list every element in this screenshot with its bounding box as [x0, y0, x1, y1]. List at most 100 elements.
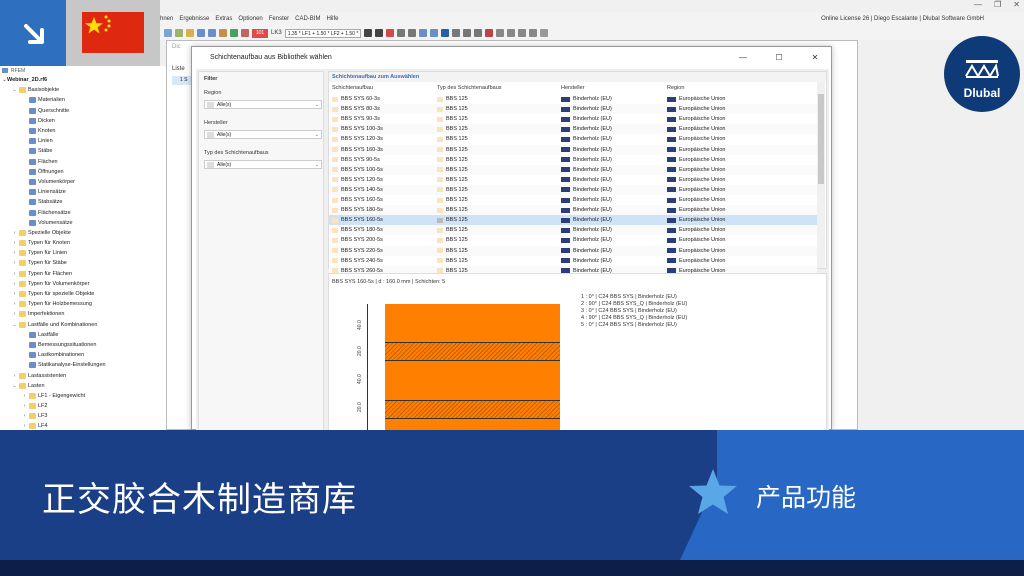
save-icon[interactable] — [175, 29, 183, 37]
filter-type-select[interactable]: Alle(s) ⌄ — [204, 160, 322, 169]
navigator-item[interactable]: › LF3 — [0, 411, 167, 421]
table-row[interactable]: BBS SYS 90-3s BBS 125 Binderholz (EU) Europ… — [329, 114, 817, 124]
navigator-item[interactable]: › LF2 — [0, 401, 167, 411]
navigator-item[interactable]: Liniensätze — [0, 187, 167, 197]
prev-icon[interactable] — [364, 29, 373, 37]
column-header[interactable]: Typ des Schichtenaufbaus — [437, 85, 502, 91]
grid-icon[interactable] — [441, 29, 450, 37]
table-row[interactable]: BBS SYS 140-5s BBS 125 Binderholz (EU) Euro… — [329, 184, 817, 195]
navigator-item[interactable]: Bemessungssituationen — [0, 340, 167, 350]
pin-icon[interactable] — [386, 29, 395, 37]
chevron-right-icon[interactable]: › — [12, 271, 17, 277]
table-row[interactable]: BBS SYS 180-5s BBS 125 Binderholz (EU) Euro… — [329, 205, 817, 216]
table-row[interactable]: BBS SYS 120-5s BBS 125 Binderholz (EU) Euro… — [329, 175, 817, 185]
chevron-right-icon[interactable]: › — [12, 260, 17, 266]
measure-icon[interactable] — [463, 29, 472, 37]
navigator-item[interactable]: › Typen für Holzbemessung — [0, 299, 167, 309]
settings-icon[interactable] — [540, 29, 549, 37]
cube-icon[interactable] — [496, 29, 505, 37]
table-row[interactable]: BBS SYS 100-3s BBS 125 Binderholz (EU) Euro… — [329, 124, 817, 135]
dialog-maximize-icon[interactable]: ☐ — [761, 53, 797, 62]
navigator-item[interactable]: Volumenkörper — [0, 177, 167, 187]
table-row[interactable]: BBS SYS 60-3s BBS 125 Binderholz (EU) Europ… — [329, 94, 817, 104]
navigator-item[interactable]: Volumensätze — [0, 218, 167, 228]
navigator-item[interactable]: › LF1 - Eigengewicht — [0, 391, 167, 401]
close-icon[interactable]: ✕ — [1013, 0, 1020, 12]
chevron-right-icon[interactable]: › — [22, 403, 27, 409]
table-row[interactable]: BBS SYS 180-5s BBS 125 Binderholz (EU) Euro… — [329, 225, 817, 236]
menu-item[interactable]: Optionen — [238, 16, 262, 22]
column-header[interactable]: Region — [667, 85, 684, 91]
filter-region-select[interactable]: Alle(s) ⌄ — [204, 100, 322, 109]
menu-item[interactable]: Ergebnisse — [179, 16, 209, 22]
redo-icon[interactable] — [208, 29, 216, 37]
undo-icon[interactable] — [197, 29, 205, 37]
chevron-right-icon[interactable]: › — [12, 301, 17, 307]
table-row[interactable]: BBS SYS 90-5s BBS 125 Binderholz (EU) Europ… — [329, 155, 817, 165]
menu-item[interactable]: CAD-BIM — [295, 16, 320, 22]
dialog-minimize-icon[interactable]: — — [725, 53, 761, 62]
navigator-item[interactable]: › Imperfektionen — [0, 309, 167, 319]
chevron-right-icon[interactable]: › — [12, 230, 17, 236]
clipping-icon[interactable] — [485, 29, 494, 37]
minimize-icon[interactable]: — — [974, 0, 982, 12]
navigator-item[interactable]: Querschnitte — [0, 106, 167, 116]
filter-manufacturer-select[interactable]: Alle(s) ⌄ — [204, 130, 322, 139]
table-row[interactable]: BBS SYS 120-3s BBS 125 Binderholz (EU) Euro… — [329, 134, 817, 144]
navigator-item[interactable]: Flächensätze — [0, 207, 167, 217]
restore-icon[interactable]: ❐ — [994, 0, 1001, 12]
navigator-item[interactable]: ⌄ Lasten — [0, 381, 167, 391]
navigator-item[interactable]: Lastfälle — [0, 330, 167, 340]
navigator-item[interactable]: ⌄ Basisobjekte — [0, 85, 167, 95]
navigator-item[interactable]: › Spezielle Objekte — [0, 228, 167, 238]
navigator-item[interactable]: Knoten — [0, 126, 167, 136]
chevron-right-icon[interactable]: › — [12, 240, 17, 246]
navigator-item[interactable]: › Typen für Flächen — [0, 269, 167, 279]
column-header[interactable]: Schichtenaufbau — [332, 85, 373, 91]
navigator-item[interactable]: › Typen für Linien — [0, 248, 167, 258]
chevron-right-icon[interactable]: › — [22, 393, 27, 399]
results-icon[interactable] — [230, 29, 238, 37]
calculate-icon[interactable] — [219, 29, 227, 37]
view-icon[interactable] — [397, 29, 406, 37]
navigator-item[interactable]: Statikanalyse-Einstellungen — [0, 360, 167, 370]
table-row[interactable]: BBS SYS 220-5s BBS 125 Binderholz (EU) Euro… — [329, 245, 817, 256]
chevron-down-icon[interactable]: ⌄ — [12, 383, 17, 389]
navigator-item[interactable]: Linien — [0, 136, 167, 146]
model-icon[interactable] — [241, 29, 249, 37]
navigator-item[interactable]: › Typen für Volumenkörper — [0, 279, 167, 289]
navigator-item[interactable]: › Typen für Stäbe — [0, 258, 167, 268]
menu-item[interactable]: Fenster — [269, 16, 289, 22]
print-icon[interactable] — [186, 29, 194, 37]
render-icon[interactable] — [430, 29, 439, 37]
section-icon[interactable] — [474, 29, 483, 37]
loadcase-combo[interactable]: 1.35 * LF1 + 1.50 * LF2 + 1.50 * — [284, 28, 362, 38]
menu-item[interactable]: Extras — [215, 16, 232, 22]
chevron-right-icon[interactable]: › — [12, 291, 17, 297]
navigator-item[interactable]: Flächen — [0, 157, 167, 167]
menu-item[interactable]: Hilfe — [326, 16, 338, 22]
navigator-item[interactable]: › Lastassistenten — [0, 370, 167, 380]
list-scroll-thumb[interactable] — [818, 94, 824, 184]
menu-item[interactable]: hnen — [160, 16, 173, 22]
solid-icon[interactable] — [518, 29, 527, 37]
chevron-right-icon[interactable]: › — [12, 281, 17, 287]
table-row[interactable]: BBS SYS 100-5s BBS 125 Binderholz (EU) Euro… — [329, 164, 817, 175]
chevron-right-icon[interactable]: › — [22, 413, 27, 419]
column-header[interactable]: Hersteller — [561, 85, 585, 91]
display-icon[interactable] — [419, 29, 428, 37]
chevron-right-icon[interactable]: › — [12, 373, 17, 379]
navigator-item[interactable]: Dicken — [0, 116, 167, 126]
next-icon[interactable] — [375, 29, 384, 37]
navigator-item[interactable]: Stäbe — [0, 146, 167, 156]
model-node[interactable]: ⌄ Webinar_2D.rf6 — [0, 75, 167, 85]
chevron-down-icon[interactable]: ⌄ — [12, 322, 17, 328]
navigator-item[interactable]: Stabsätze — [0, 197, 167, 207]
table-row[interactable]: BBS SYS 160-3s BBS 125 Binderholz (EU) Euro… — [329, 144, 817, 155]
navigator-item[interactable]: ⌄ Lastfälle und Kombinationen — [0, 320, 167, 330]
navigator-item[interactable]: › Typen für spezielle Objekte — [0, 289, 167, 299]
chevron-down-icon[interactable]: ⌄ — [12, 87, 17, 93]
table-row[interactable]: BBS SYS 160-5s BBS 125 Binderholz (EU) Euro… — [329, 215, 817, 226]
navigator-item[interactable]: Materialien — [0, 95, 167, 105]
chevron-right-icon[interactable]: › — [12, 250, 17, 256]
